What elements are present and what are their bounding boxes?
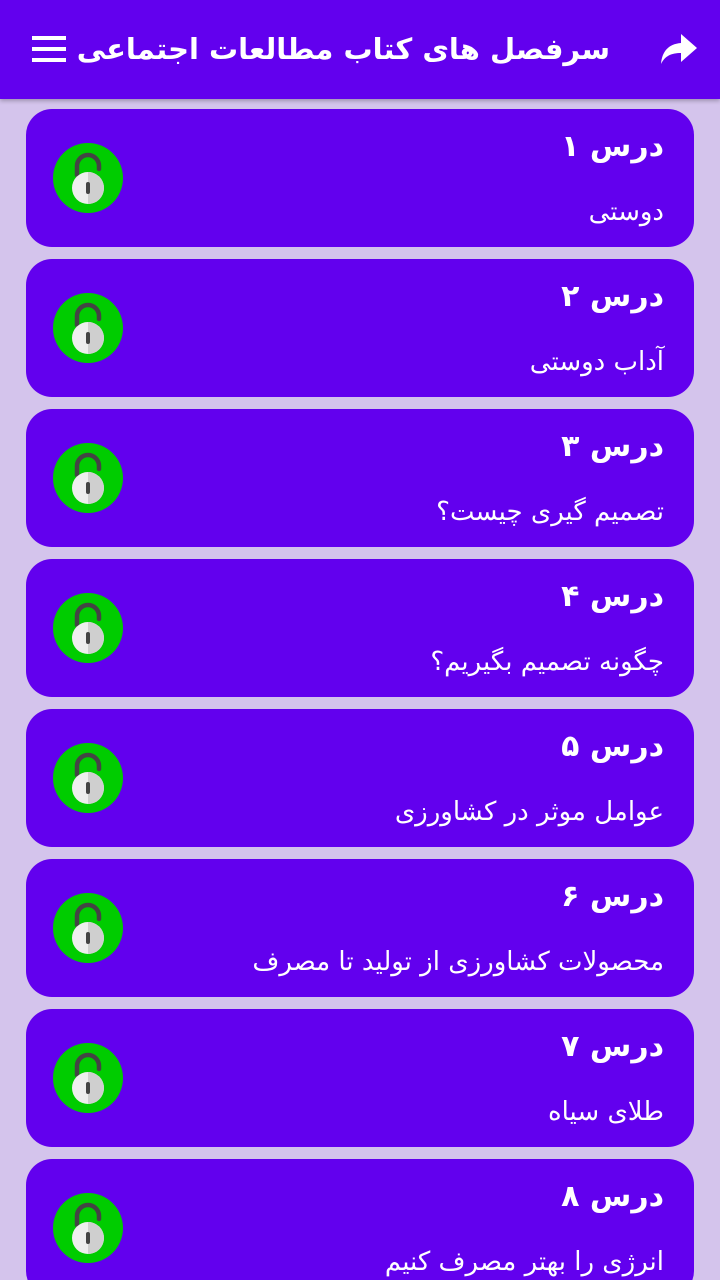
lesson-card-3[interactable]: درس ۳ تصمیم گیری چیست؟ xyxy=(26,409,694,547)
menu-button[interactable] xyxy=(22,26,76,72)
app-bar: سرفصل های کتاب مطالعات اجتماعی xyxy=(0,0,720,99)
page-title: سرفصل های کتاب مطالعات اجتماعی xyxy=(76,32,610,66)
lesson-subtitle: آداب دوستی xyxy=(529,347,664,377)
lesson-subtitle: عوامل موثر در کشاورزی xyxy=(394,797,664,827)
lesson-subtitle: تصمیم گیری چیست؟ xyxy=(436,497,664,527)
lesson-list[interactable]: درس ۱ دوستی درس ۲ آداب دوستی درس ۳ تصمیم… xyxy=(0,99,720,1280)
lesson-subtitle: طلای سیاه xyxy=(548,1097,664,1127)
lesson-subtitle: دوستی xyxy=(588,197,664,227)
lesson-title: درس ۱ xyxy=(561,129,664,164)
lesson-card-8[interactable]: درس ۸ انرژی را بهتر مصرف کنیم xyxy=(26,1159,694,1280)
lesson-subtitle: محصولات کشاورزی از تولید تا مصرف xyxy=(252,947,664,977)
lesson-subtitle: انرژی را بهتر مصرف کنیم xyxy=(384,1247,664,1277)
lesson-card-6[interactable]: درس ۶ محصولات کشاورزی از تولید تا مصرف xyxy=(26,859,694,997)
share-forward-icon xyxy=(661,34,697,64)
lesson-card-1[interactable]: درس ۱ دوستی xyxy=(26,109,694,247)
lesson-title: درس ۴ xyxy=(561,579,664,614)
unlocked-padlock-icon xyxy=(52,142,124,214)
lesson-card-5[interactable]: درس ۵ عوامل موثر در کشاورزی xyxy=(26,709,694,847)
hamburger-menu-icon xyxy=(32,36,66,62)
lesson-card-4[interactable]: درس ۴ چگونه تصمیم بگیریم؟ xyxy=(26,559,694,697)
lesson-title: درس ۸ xyxy=(561,1179,664,1214)
unlocked-padlock-icon xyxy=(52,442,124,514)
lesson-card-2[interactable]: درس ۲ آداب دوستی xyxy=(26,259,694,397)
lesson-subtitle: چگونه تصمیم بگیریم؟ xyxy=(430,647,664,677)
unlocked-padlock-icon xyxy=(52,592,124,664)
unlocked-padlock-icon xyxy=(52,742,124,814)
unlocked-padlock-icon xyxy=(52,1042,124,1114)
lesson-title: درس ۳ xyxy=(561,429,664,464)
lesson-card-7[interactable]: درس ۷ طلای سیاه xyxy=(26,1009,694,1147)
lesson-title: درس ۶ xyxy=(561,879,664,914)
share-button[interactable] xyxy=(652,26,706,72)
lesson-title: درس ۷ xyxy=(561,1029,664,1064)
lesson-title: درس ۵ xyxy=(561,729,664,764)
unlocked-padlock-icon xyxy=(52,892,124,964)
lesson-title: درس ۲ xyxy=(561,279,664,314)
unlocked-padlock-icon xyxy=(52,292,124,364)
unlocked-padlock-icon xyxy=(52,1192,124,1264)
